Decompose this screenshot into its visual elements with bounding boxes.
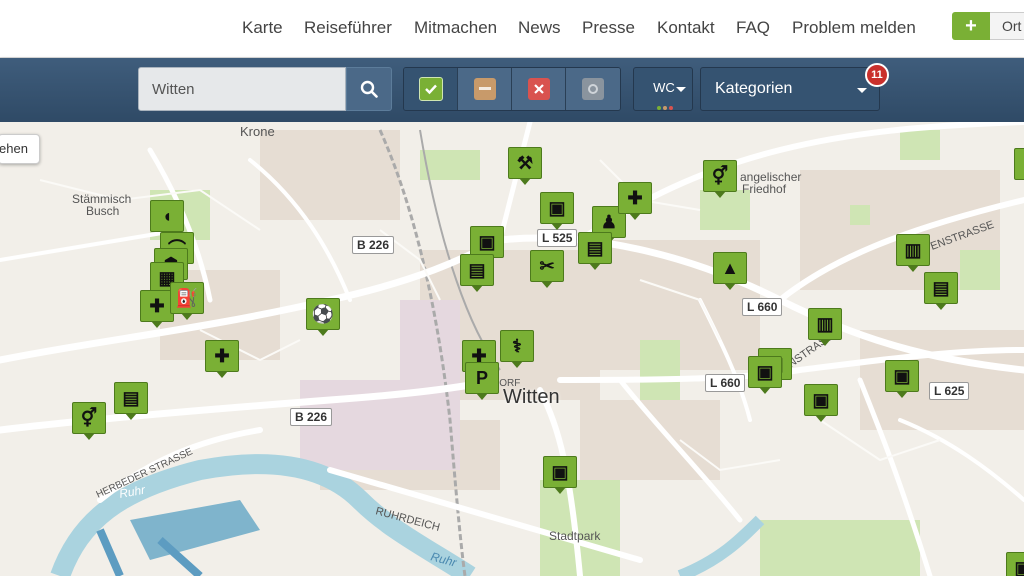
doctor-icon: ⚕: [512, 335, 522, 356]
shop-icon: ▲: [721, 257, 739, 278]
poi-marker[interactable]: ✂: [530, 250, 564, 288]
kategorien-label: Kategorien: [715, 80, 793, 97]
bus-stop-icon: ▣: [893, 365, 911, 386]
poi-marker[interactable]: ▲: [1014, 148, 1024, 186]
medical-plus-icon: ✚: [149, 295, 165, 316]
chevron-down-icon: [857, 88, 867, 93]
bakery-icon: ◖: [161, 205, 173, 226]
atm-icon: ▤: [586, 237, 604, 258]
map-canvas[interactable]: Krone Stämmisch Busch angelischer Friedh…: [0, 122, 1024, 576]
close-icon: [527, 78, 550, 100]
poi-marker[interactable]: ✚: [140, 290, 174, 328]
poi-marker[interactable]: ▣: [748, 356, 782, 394]
nav-kontakt[interactable]: Kontakt: [657, 18, 715, 38]
place-label-stadtpark: Stadtpark: [549, 529, 601, 543]
wc-filter-dropdown[interactable]: WC: [633, 67, 693, 111]
kategorien-count-badge: 11: [865, 63, 889, 87]
nav-karte[interactable]: Karte: [242, 18, 283, 38]
nav-reisefuehrer[interactable]: Reiseführer: [304, 18, 392, 38]
accessibility-filter-group: [403, 67, 621, 111]
hairdresser-icon: ✂: [539, 255, 555, 276]
place-label-friedhof: Friedhof: [742, 182, 787, 196]
top-navigation: Karte Reiseführer Mitmachen News Presse …: [0, 0, 1024, 58]
train-icon: ▥: [904, 239, 922, 260]
fuel-icon: ⛽: [175, 287, 199, 308]
poi-marker[interactable]: ⛽: [170, 282, 204, 320]
poi-marker[interactable]: ▥: [896, 234, 930, 272]
wc-status-dots: [656, 98, 674, 113]
minus-icon: [473, 78, 496, 100]
medical-plus-icon: ✚: [214, 345, 230, 366]
nav-news[interactable]: News: [518, 18, 561, 38]
filter-accessible-limited[interactable]: [458, 68, 512, 110]
nav-faq[interactable]: FAQ: [736, 18, 770, 38]
poi-marker[interactable]: ▲: [713, 252, 747, 290]
road-shield-l660-2: L 660: [705, 374, 746, 392]
bus-stop-icon: ▣: [812, 389, 830, 410]
add-place-button[interactable]: +: [952, 12, 990, 40]
search-group: [138, 67, 392, 111]
nav-mitmachen[interactable]: Mitmachen: [414, 18, 497, 38]
bus-stop-icon: ▣: [756, 361, 774, 382]
poi-marker[interactable]: ▣: [804, 384, 838, 422]
place-label-krone: Krone: [240, 124, 275, 139]
shop-icon: ▲: [1018, 151, 1024, 177]
bus-stop-icon: ▣: [1014, 557, 1024, 576]
chevron-down-icon: [676, 87, 686, 92]
city-label: Witten: [503, 386, 560, 408]
train-icon: ▥: [816, 313, 834, 334]
atm-icon: ▤: [932, 277, 950, 298]
bus-stop-icon: ▣: [548, 197, 566, 218]
poi-marker[interactable]: ✚: [205, 340, 239, 378]
road-shield-l625: L 625: [929, 382, 970, 400]
bus-stop-icon: ▣: [478, 231, 496, 252]
atm-icon: ▤: [122, 387, 140, 408]
locate-me-button[interactable]: ehen: [0, 134, 40, 164]
poi-marker[interactable]: ⚒: [508, 147, 542, 185]
poi-marker[interactable]: ▤: [578, 232, 612, 270]
sports-icon: ⚽: [311, 303, 335, 324]
poi-marker[interactable]: ▣: [543, 456, 577, 494]
poi-marker[interactable]: ▣: [1006, 552, 1024, 576]
poi-marker[interactable]: ▣: [885, 360, 919, 398]
poi-marker[interactable]: ▤: [460, 254, 494, 292]
toilet-icon: ⚥: [711, 165, 729, 186]
tools-icon: ⚒: [516, 152, 534, 173]
poi-marker[interactable]: P: [465, 362, 499, 400]
poi-marker[interactable]: ⚥: [72, 402, 106, 440]
search-icon: [360, 80, 378, 98]
bus-stop-icon: ▣: [551, 461, 569, 482]
filter-accessible-no[interactable]: [512, 68, 566, 110]
poi-marker[interactable]: ▥: [808, 308, 842, 346]
nav-presse[interactable]: Presse: [582, 18, 635, 38]
atm-icon: ▤: [468, 259, 486, 280]
poi-marker[interactable]: ▤: [924, 272, 958, 310]
poi-marker[interactable]: ⚽: [306, 298, 340, 336]
poi-marker[interactable]: ⚕: [500, 330, 534, 368]
search-input[interactable]: [138, 67, 346, 111]
search-button[interactable]: [346, 67, 392, 111]
check-icon: [418, 77, 443, 101]
medical-plus-icon: ✚: [627, 187, 643, 208]
road-shield-b226: B 226: [352, 236, 395, 254]
nav-problem-melden[interactable]: Problem melden: [792, 18, 916, 38]
filter-accessible-unknown[interactable]: [566, 68, 620, 110]
add-place-ort-button[interactable]: Ort: [990, 12, 1024, 40]
parking-icon: P: [475, 367, 488, 388]
filter-accessible-yes[interactable]: [404, 68, 458, 110]
road-shield-b226-2: B 226: [290, 408, 333, 426]
poi-marker[interactable]: ▣: [540, 192, 574, 230]
unknown-icon: [582, 78, 604, 100]
poi-marker[interactable]: ▤: [114, 382, 148, 420]
kategorien-dropdown[interactable]: Kategorien: [700, 67, 880, 111]
road-shield-l525: L 525: [537, 229, 578, 247]
poi-marker[interactable]: ⚥: [703, 160, 737, 198]
toilet-icon: ⚥: [80, 407, 98, 428]
road-shield-l660: L 660: [742, 298, 783, 316]
poi-marker[interactable]: ✚: [618, 182, 652, 220]
place-label-busch: Busch: [86, 204, 119, 218]
